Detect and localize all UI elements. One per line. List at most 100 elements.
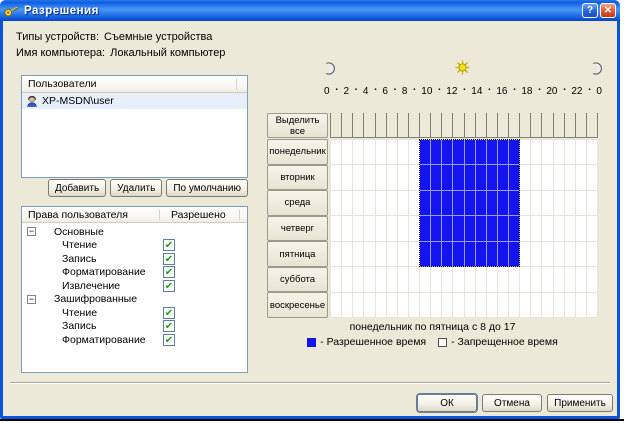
hour-cell[interactable] xyxy=(465,140,476,165)
hour-cell[interactable] xyxy=(409,191,420,216)
hour-cell[interactable] xyxy=(331,267,342,292)
hour-cell[interactable] xyxy=(353,216,364,241)
tick-cell[interactable] xyxy=(452,113,463,137)
hour-cell[interactable] xyxy=(509,267,520,292)
hour-cell[interactable] xyxy=(565,191,576,216)
hour-cell[interactable] xyxy=(542,191,553,216)
hour-cell[interactable] xyxy=(554,242,565,267)
tick-cell[interactable] xyxy=(464,113,475,137)
hour-cell[interactable] xyxy=(565,242,576,267)
hour-cell[interactable] xyxy=(331,242,342,267)
hour-cell[interactable] xyxy=(376,242,387,267)
checkbox[interactable]: ✔ xyxy=(163,239,175,251)
hour-cell[interactable] xyxy=(542,216,553,241)
checkbox[interactable]: ✔ xyxy=(163,253,175,265)
tick-cell[interactable] xyxy=(519,113,530,137)
hour-cell[interactable] xyxy=(431,267,442,292)
hour-cell[interactable] xyxy=(420,140,431,165)
hour-cell[interactable] xyxy=(331,216,342,241)
hour-cell[interactable] xyxy=(520,191,531,216)
collapse-icon[interactable]: − xyxy=(27,295,36,304)
hour-cell[interactable] xyxy=(387,140,398,165)
hour-cell[interactable] xyxy=(587,293,598,318)
hour-cell[interactable] xyxy=(420,191,431,216)
hour-cell[interactable] xyxy=(387,191,398,216)
hour-cell[interactable] xyxy=(465,216,476,241)
collapse-icon[interactable]: − xyxy=(27,227,36,236)
day-button-0[interactable]: понедельник xyxy=(267,139,328,165)
hour-cell[interactable] xyxy=(431,216,442,241)
hour-cell[interactable] xyxy=(364,293,375,318)
day-button-2[interactable]: среда xyxy=(267,190,328,216)
hour-cell[interactable] xyxy=(476,267,487,292)
hour-cell[interactable] xyxy=(409,216,420,241)
hour-cell[interactable] xyxy=(376,267,387,292)
hour-cell[interactable] xyxy=(509,293,520,318)
day-button-1[interactable]: вторник xyxy=(267,165,328,191)
checkbox[interactable]: ✔ xyxy=(163,307,175,319)
day-button-3[interactable]: четверг xyxy=(267,216,328,242)
hour-cell[interactable] xyxy=(542,140,553,165)
hour-cell[interactable] xyxy=(387,242,398,267)
hour-cell[interactable] xyxy=(587,267,598,292)
hour-cell[interactable] xyxy=(554,267,565,292)
tick-cell[interactable] xyxy=(553,113,564,137)
hour-cell[interactable] xyxy=(498,140,509,165)
hour-cell[interactable] xyxy=(420,293,431,318)
remove-user-button[interactable]: Удалить xyxy=(110,179,162,197)
rights-item-row[interactable]: Форматирование✔ xyxy=(22,333,247,347)
hour-cell[interactable] xyxy=(342,267,353,292)
hour-cell[interactable] xyxy=(576,165,587,190)
hour-cell[interactable] xyxy=(342,242,353,267)
tick-cell[interactable] xyxy=(352,113,363,137)
hour-cell[interactable] xyxy=(342,293,353,318)
hour-cell[interactable] xyxy=(565,165,576,190)
hour-cell[interactable] xyxy=(442,140,453,165)
hour-cell[interactable] xyxy=(498,191,509,216)
hour-cell[interactable] xyxy=(353,267,364,292)
checkbox[interactable]: ✔ xyxy=(163,334,175,346)
hour-cell[interactable] xyxy=(487,165,498,190)
hour-cell[interactable] xyxy=(476,242,487,267)
hour-cell[interactable] xyxy=(387,293,398,318)
hour-cell[interactable] xyxy=(498,267,509,292)
hour-cell[interactable] xyxy=(409,267,420,292)
hour-cell[interactable] xyxy=(465,165,476,190)
hour-cell[interactable] xyxy=(587,242,598,267)
hour-cell[interactable] xyxy=(542,242,553,267)
hour-cell[interactable] xyxy=(487,293,498,318)
hour-cell[interactable] xyxy=(531,165,542,190)
hour-cell[interactable] xyxy=(353,140,364,165)
hour-cell[interactable] xyxy=(398,242,409,267)
day-button-5[interactable]: суббота xyxy=(267,267,328,293)
hour-cell[interactable] xyxy=(420,216,431,241)
hour-cell[interactable] xyxy=(531,191,542,216)
rights-group-row[interactable]: −Зашифрованные xyxy=(22,293,247,307)
day-button-6[interactable]: воскресенье xyxy=(267,292,328,318)
hour-cell[interactable] xyxy=(409,242,420,267)
hour-cell[interactable] xyxy=(520,267,531,292)
hour-cell[interactable] xyxy=(353,191,364,216)
hour-cell[interactable] xyxy=(364,216,375,241)
hour-cell[interactable] xyxy=(576,293,587,318)
hour-cell[interactable] xyxy=(476,191,487,216)
hour-cell[interactable] xyxy=(554,165,565,190)
hour-cell[interactable] xyxy=(387,165,398,190)
hour-cell[interactable] xyxy=(476,165,487,190)
hour-cell[interactable] xyxy=(398,165,409,190)
add-user-button[interactable]: Добавить xyxy=(48,179,106,197)
hour-cell[interactable] xyxy=(409,165,420,190)
hour-cell[interactable] xyxy=(453,140,464,165)
tick-cell[interactable] xyxy=(330,113,341,137)
hour-cell[interactable] xyxy=(420,242,431,267)
hour-cell[interactable] xyxy=(498,165,509,190)
hour-cell[interactable] xyxy=(509,165,520,190)
tick-cell[interactable] xyxy=(586,113,597,137)
hour-cell[interactable] xyxy=(398,216,409,241)
tick-cell[interactable] xyxy=(408,113,419,137)
hour-cell[interactable] xyxy=(531,242,542,267)
hour-cell[interactable] xyxy=(542,293,553,318)
hour-cell[interactable] xyxy=(498,216,509,241)
hour-cell[interactable] xyxy=(442,216,453,241)
hour-cell[interactable] xyxy=(565,216,576,241)
